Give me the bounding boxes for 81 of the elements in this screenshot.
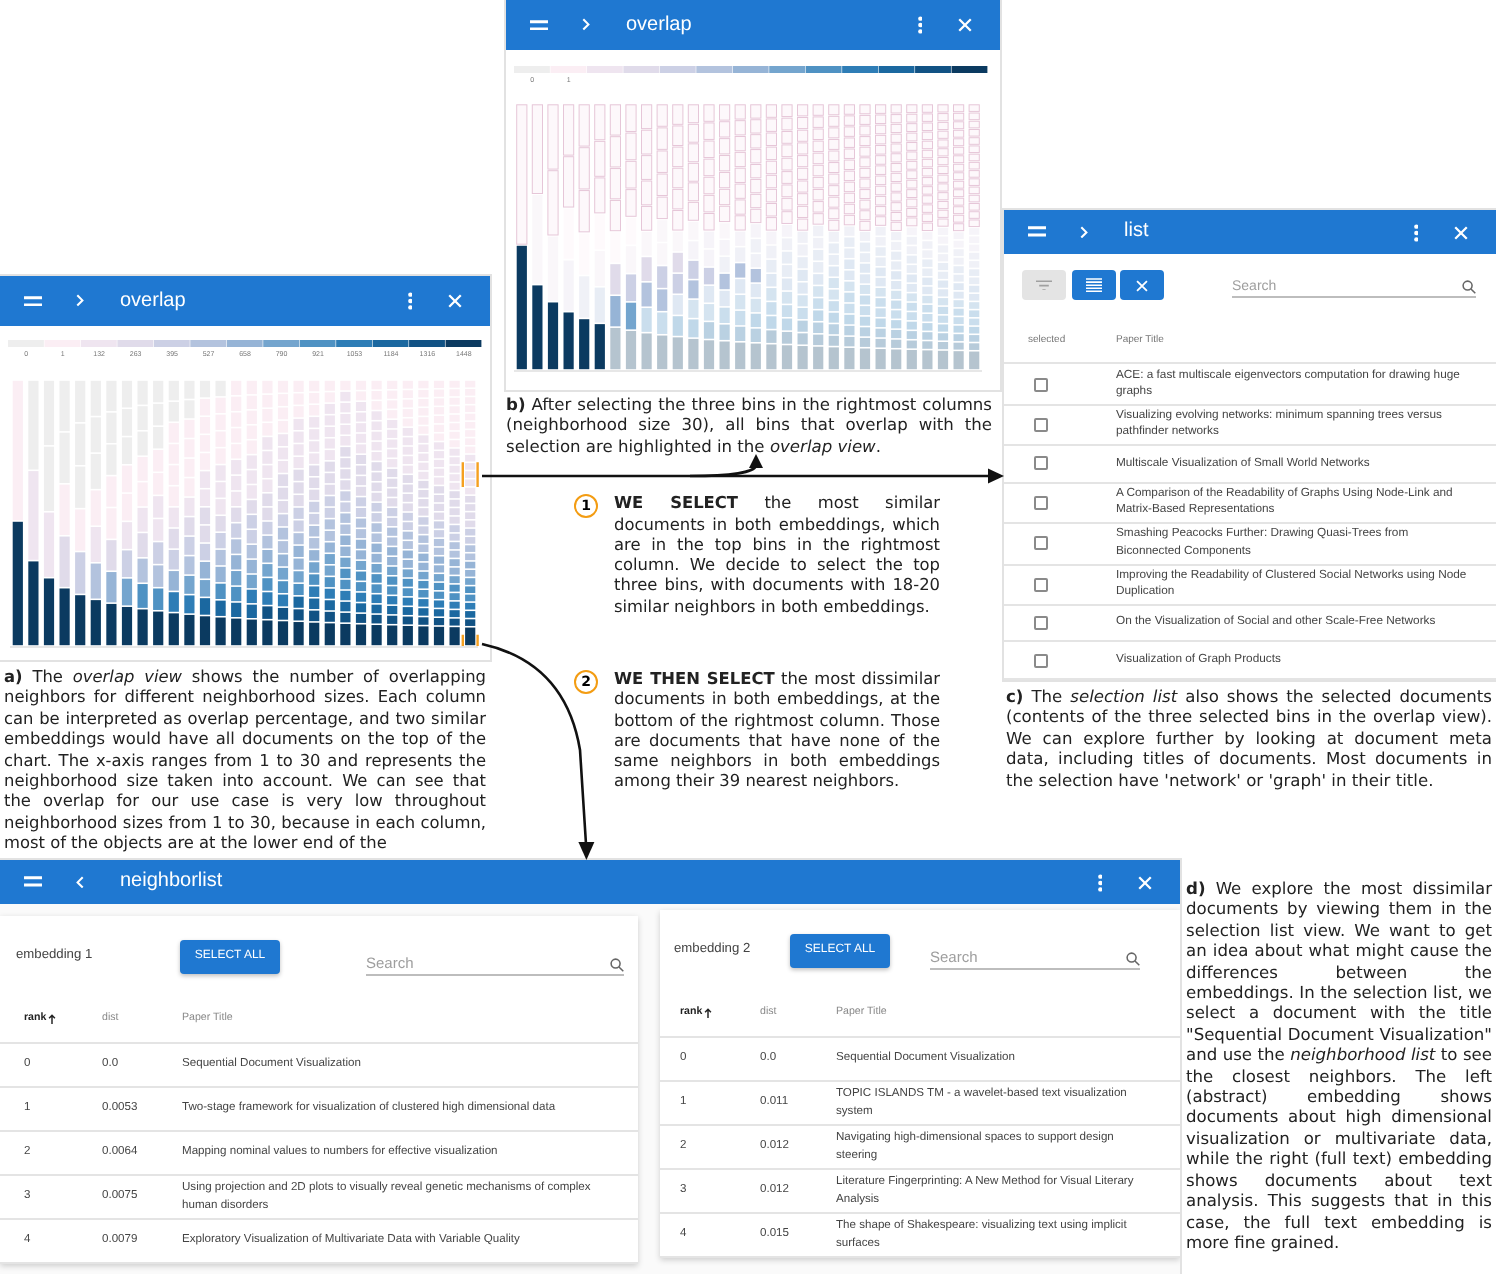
stacked-bar[interactable] <box>59 380 70 646</box>
chevron-right-icon[interactable] <box>582 18 590 32</box>
stacked-bar[interactable] <box>293 380 304 646</box>
more-options-icon[interactable] <box>1413 223 1418 241</box>
stacked-bar[interactable] <box>106 380 117 646</box>
stacked-bar[interactable] <box>246 380 257 646</box>
chevron-right-icon[interactable] <box>1080 225 1088 239</box>
stacked-bar[interactable] <box>449 380 460 646</box>
sort-arrow-icon <box>48 1013 57 1025</box>
stacked-bar[interactable] <box>594 104 606 370</box>
stacked-bar[interactable] <box>340 380 351 646</box>
menu-icon[interactable] <box>24 295 42 307</box>
stacked-bar[interactable] <box>184 380 195 646</box>
stacked-bar[interactable] <box>121 380 133 646</box>
selection-bracket[interactable] <box>461 633 479 648</box>
close-icon[interactable] <box>1454 225 1468 239</box>
stacked-bar[interactable] <box>531 104 543 370</box>
stacked-bar[interactable] <box>371 380 382 646</box>
stacked-bar[interactable] <box>199 380 211 646</box>
stacked-bar[interactable] <box>43 380 55 646</box>
checkbox[interactable] <box>1034 577 1048 592</box>
stacked-bar[interactable] <box>402 380 413 646</box>
stacked-bar[interactable] <box>324 380 335 646</box>
checkbox[interactable] <box>1034 653 1048 668</box>
close-icon[interactable] <box>1138 875 1152 889</box>
window-title: overlap <box>120 291 186 311</box>
close-icon[interactable] <box>448 294 462 308</box>
stacked-bar[interactable] <box>387 380 398 646</box>
window-title: overlap <box>626 15 692 35</box>
window-title: neighborlist <box>120 872 223 892</box>
more-options-icon[interactable] <box>917 16 922 34</box>
stacked-bar[interactable] <box>262 380 273 646</box>
toolbar-button[interactable] <box>1071 270 1115 300</box>
checkbox[interactable] <box>1034 417 1048 432</box>
search-icon[interactable] <box>1462 279 1476 293</box>
search-icon[interactable] <box>610 957 624 971</box>
toolbar-button[interactable] <box>1120 270 1164 300</box>
stacked-bar[interactable] <box>465 380 476 646</box>
filter-icon <box>1036 279 1052 291</box>
step-description: WE SELECT the most similar documents in both embeddings, which are in the top bins in the rightmost column. We decide to select the top three bins, with documents with 18-20 similar neighbors in both embeddings. <box>614 492 940 616</box>
stacked-bar[interactable] <box>578 104 590 370</box>
checkbox[interactable] <box>1034 377 1048 391</box>
stacked-bar[interactable] <box>516 104 528 370</box>
stacked-bar[interactable] <box>137 380 148 646</box>
figure-caption: a) The overlap view shows the number of overlapping neighbors for different neighborhood sizes. Each column can be interpreted as overlap percentage, and two similar embeddings would have all documents on the top of the chart. The x-axis ranges from 1 to 30 and represents the neighborhood size taken into account. We can see that the overlap for our use case is very low throughout neighborhood sizes from 1 to 30, because in each column, most of the objects are at the lower end of the <box>2 666 488 854</box>
stacked-bar[interactable] <box>418 380 429 646</box>
list-icon <box>1085 277 1101 293</box>
figure-caption: b) After selecting the three bins in the rightmost columns (neighborhood size 30), all bins that overlap with the selection are highlighted in the overlap view. <box>506 394 994 457</box>
checkbox[interactable] <box>1034 616 1048 631</box>
window-title: list <box>1124 222 1149 242</box>
stacked-bar[interactable] <box>231 380 242 646</box>
more-options-icon[interactable] <box>1097 873 1102 891</box>
checkbox[interactable] <box>1034 495 1048 510</box>
chevron-right-icon[interactable] <box>76 294 84 308</box>
menu-icon[interactable] <box>1028 226 1046 238</box>
stacked-bar[interactable] <box>168 380 179 646</box>
stacked-bar[interactable] <box>433 380 445 646</box>
checkbox[interactable] <box>1034 536 1048 551</box>
stacked-bar[interactable] <box>215 380 226 646</box>
stacked-bar[interactable] <box>12 380 23 646</box>
stacked-bar[interactable] <box>547 104 559 370</box>
figure-caption: d) We explore the most dissimilar documents by viewing them in the selection list view. We want to get an idea about what might cause the differences between the embeddings. In the selection list, we select a document with the title "Sequential Document Visualization" and use the neighborhood list to see the closest neighbors. The left (abstract) embedding shows documents about high dimensional visualization or multivariate data, while the right (full text) embedding shows documents about text analysis. This suggests that in this case, the full text embedding is more fine grained. <box>1186 876 1492 1256</box>
menu-icon[interactable] <box>24 876 42 888</box>
stacked-bar[interactable] <box>309 380 320 646</box>
stacked-bar[interactable] <box>90 380 101 646</box>
checkbox[interactable] <box>1034 456 1048 471</box>
search-icon[interactable] <box>1126 951 1140 965</box>
stacked-bar[interactable] <box>75 380 86 646</box>
stacked-bar[interactable] <box>355 380 367 646</box>
more-options-icon[interactable] <box>407 292 412 310</box>
stacked-bar[interactable] <box>277 380 289 646</box>
chevron-left-icon[interactable] <box>76 875 84 889</box>
close-icon <box>1136 279 1148 291</box>
sort-arrow-icon <box>704 1007 713 1019</box>
close-icon[interactable] <box>958 18 972 32</box>
figure-caption: c) The selection list also shows the selected documents (contents of the three selected bins in the overlap view). We can explore further by looking at document meta data, including titles of documents. Most documents in the selection have 'network' or 'graph' in their title. <box>1004 686 1494 791</box>
step-description: WE THEN SELECT the most dissimilar documents in both embeddings, at the bottom of the rightmost column. Those are documents that have none of the same neighbors in both embeddings among their 39 nearest neighbors. <box>614 668 940 792</box>
stacked-bar[interactable] <box>563 104 575 370</box>
stacked-bar[interactable] <box>28 380 39 646</box>
stacked-bar[interactable] <box>153 380 164 646</box>
menu-icon[interactable] <box>530 19 548 31</box>
